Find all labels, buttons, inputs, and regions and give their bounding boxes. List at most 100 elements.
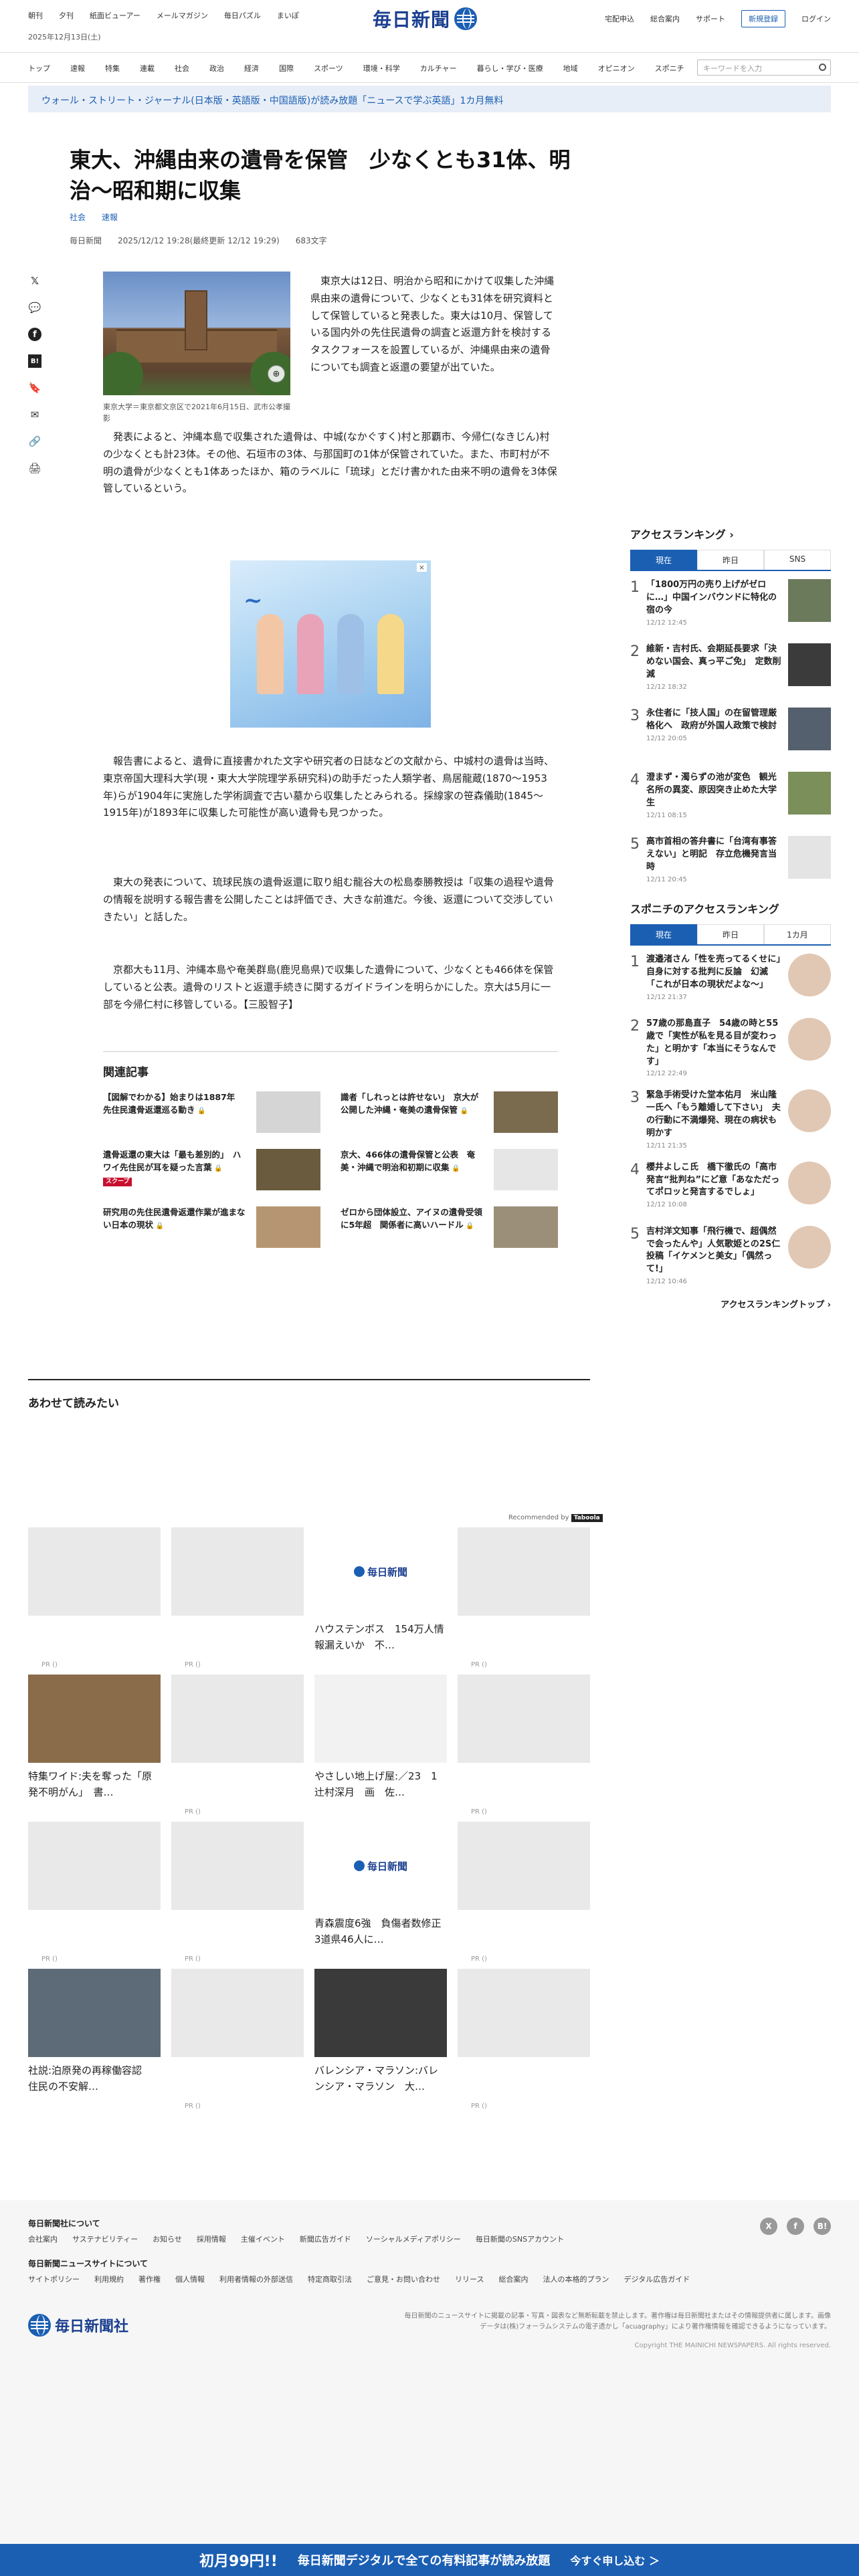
link-morning[interactable]: 朝刊 (28, 10, 43, 21)
comment-icon[interactable]: 💬 (28, 301, 41, 314)
tab-sns[interactable]: SNS (764, 550, 831, 570)
footer-link[interactable]: サステナビリティー (72, 2234, 138, 2244)
tag-breaking[interactable]: 速報 (102, 211, 118, 223)
recommend-image[interactable] (458, 1675, 590, 1763)
ranking-title[interactable]: 吉村洋文知事「飛行機で、超偶然で会ったんや」人気歌姫との2S仁投稿「イケメンと美… (646, 1226, 781, 1276)
related-thumbnail[interactable] (256, 1149, 320, 1190)
ad-close-icon[interactable]: × (416, 563, 427, 572)
hatena-bookmark-icon[interactable]: B! (28, 354, 41, 368)
recommend-card[interactable]: PR () (171, 1527, 304, 1675)
footer-link[interactable]: 法人の本格的プラン (543, 2274, 609, 2284)
register-button[interactable]: 新規登録 (741, 10, 785, 27)
link-delivery[interactable]: 宅配申込 (605, 13, 634, 24)
ranking-item[interactable]: 5 吉村洋文知事「飛行機で、超偶然で会ったんや」人気歌姫との2S仁投稿「イケメンと… (630, 1225, 831, 1285)
link-viewer[interactable]: 紙面ビューアー (90, 10, 140, 21)
nav-item[interactable]: オピニオン (598, 63, 635, 74)
recommend-card[interactable]: PR () (28, 1527, 161, 1675)
link-support[interactable]: サポート (696, 13, 725, 24)
ranking-thumbnail[interactable] (788, 1018, 831, 1061)
hatena-social-icon[interactable]: B! (814, 2218, 831, 2235)
related-thumbnail[interactable] (256, 1091, 320, 1133)
cta-button[interactable]: 今すぐ申し込む ＞ (570, 2552, 660, 2568)
related-thumbnail[interactable] (494, 1206, 558, 1248)
nav-item[interactable]: 連載 (140, 63, 155, 74)
ranking-title[interactable]: 高市首相の答弁書に「台湾有事答えない」と明記 存立危機発言当時 (646, 836, 781, 874)
ranking-thumbnail[interactable] (788, 579, 831, 622)
tab-now[interactable]: 現在 (630, 550, 697, 570)
bookmark-icon[interactable]: 🔖 (28, 381, 41, 395)
nav-item[interactable]: スポーツ (314, 63, 343, 74)
nav-item[interactable]: 暮らし・学び・医療 (477, 63, 543, 74)
ranking-item[interactable]: 4 澄まず・濁らずの池が変色 観光名所の異変、原因突き止めた大学生 12/11 08… (630, 772, 831, 824)
tag-society[interactable]: 社会 (70, 211, 86, 223)
tab-sp-month[interactable]: 1カ月 (764, 924, 831, 944)
related-item[interactable]: 【図解でわかる】始まりは1887年 先住民遺骨返還巡る動き 🔒 (103, 1091, 320, 1133)
related-thumbnail[interactable] (494, 1149, 558, 1190)
ranking-thumbnail[interactable] (788, 708, 831, 750)
ranking-item[interactable]: 1 渡邉渚さん「性を売ってるくせに」自身に対する批判に反論 幻滅「これが日本の現状… (630, 954, 831, 1006)
login-link[interactable]: ログイン (801, 13, 831, 24)
nav-item[interactable]: 政治 (209, 63, 224, 74)
footer-link[interactable]: デジタル広告ガイド (624, 2274, 690, 2284)
recommend-image[interactable] (171, 1675, 304, 1763)
footer-link[interactable]: 会社案内 (28, 2234, 58, 2244)
link-icon[interactable]: 🔗 (28, 435, 41, 448)
facebook-icon[interactable]: f (28, 328, 41, 341)
nav-item[interactable]: 特集 (105, 63, 120, 74)
footer-link[interactable]: 新聞広告ガイド (300, 2234, 351, 2244)
link-puzzle[interactable]: 毎日パズル (224, 10, 261, 21)
recommend-image[interactable] (458, 1969, 590, 2057)
recommend-image[interactable] (314, 1969, 447, 2057)
ranking-title[interactable]: 澄まず・濁らずの池が変色 観光名所の異変、原因突き止めた大学生 (646, 772, 781, 810)
recommend-image[interactable] (171, 1527, 304, 1616)
mail-icon[interactable]: ✉ (28, 408, 41, 421)
x-share-icon[interactable]: 𝕏 (28, 274, 41, 288)
recommend-card[interactable]: 毎日新聞 ハウステンボス 154万人情報漏えいか 不… (314, 1527, 447, 1675)
ranking-title[interactable]: 「1800万円の売り上げがゼロに…」中国インバウンドに特化の宿の今 (646, 579, 781, 617)
ranking-title[interactable]: 緊急手術受けた堂本佑月 米山隆一氏へ「もう離婚して下さい」 夫の行動に不満爆発、… (646, 1089, 781, 1140)
recommend-card[interactable]: PR () (458, 1822, 590, 1969)
ranking-title[interactable]: 57歳の那島直子 54歳の時と55歳で「実性が私を見る目が変わった」と明かす「本… (646, 1018, 781, 1068)
footer-link[interactable]: 著作権 (138, 2274, 161, 2284)
recommend-title[interactable]: バレンシア・マラソン:バレンシア・マラソン 大… (314, 2062, 447, 2095)
link-guide[interactable]: 総合案内 (650, 13, 680, 24)
nav-item[interactable]: 地域 (563, 63, 578, 74)
recommend-image[interactable] (458, 1527, 590, 1616)
recommend-card[interactable]: 毎日新聞 青森震度6強 負傷者数修正 3道県46人に… (314, 1822, 452, 1969)
recommend-title[interactable]: 特集ワイド:夫を奪った「原発不明がん」 書… (28, 1768, 161, 1800)
footer-link[interactable]: 利用規約 (94, 2274, 124, 2284)
footer-link[interactable]: リリース (455, 2274, 484, 2284)
tab-sp-yesterday[interactable]: 昨日 (697, 924, 764, 944)
footer-link[interactable]: お知らせ (153, 2234, 182, 2244)
related-item[interactable]: 識者「しれっとは許せない」 京大が公開した沖縄・奄美の遺骨保管 🔒 (341, 1091, 558, 1133)
zoom-icon[interactable]: ⊕ (268, 365, 285, 383)
nav-item[interactable]: 速報 (70, 63, 85, 74)
nav-item[interactable]: 環境・科学 (363, 63, 400, 74)
ranking-item[interactable]: 3 緊急手術受けた堂本佑月 米山隆一氏へ「もう離婚して下さい」 夫の行動に不満爆発… (630, 1089, 831, 1150)
ranking-title[interactable]: 永住者に「技人国」の在留管理厳格化へ 政府が外国人政策で検討 (646, 708, 781, 733)
footer-link[interactable]: 総合案内 (498, 2274, 528, 2284)
ranking-thumbnail[interactable] (788, 1089, 831, 1133)
nav-item[interactable]: カルチャー (420, 63, 457, 74)
recommend-image[interactable] (171, 1822, 304, 1910)
related-item[interactable]: ゼロから団体設立、アイヌの遺骨受領に5年超 関係者に高いハードル 🔒 (341, 1206, 558, 1248)
related-item[interactable]: 遺骨返還の東大は「最も差別的」 ハワイ先住民が耳を疑った言葉 🔒 スクープ (103, 1149, 320, 1190)
tab-sp-now[interactable]: 現在 (630, 924, 697, 944)
link-evening[interactable]: 夕刊 (59, 10, 74, 21)
recommend-image[interactable] (28, 1675, 161, 1763)
recommend-card[interactable]: PR () (171, 1675, 304, 1822)
recommend-title[interactable]: 青森震度6強 負傷者数修正 3道県46人に… (314, 1915, 452, 1947)
nav-item[interactable]: スポニチ (655, 63, 684, 74)
ranking-item[interactable]: 4 櫻井よしこ氏 橋下徹氏の「高市発言“批判ね”にど意「あなただってポロッと発言す… (630, 1161, 831, 1214)
ranking-title[interactable]: 渡邉渚さん「性を売ってるくせに」自身に対する批判に反論 幻滅「これが日本の現状だ… (646, 954, 781, 992)
link-mail[interactable]: メールマガジン (157, 10, 208, 21)
ranking-thumbnail[interactable] (788, 1161, 831, 1204)
ranking-item[interactable]: 2 57歳の那島直子 54歳の時と55歳で「実性が私を見る目が変わった」と明かす「… (630, 1018, 831, 1077)
nav-item[interactable]: 社会 (175, 63, 189, 74)
footer-link[interactable]: 主催イベント (241, 2234, 285, 2244)
search-input[interactable]: キーワードを入力 (697, 60, 831, 76)
recommend-card[interactable]: PR () (458, 1527, 590, 1675)
ranking-title[interactable]: 維新・吉村氏、会期延長要求「決めない国会、真っ平ご免」 定数削減 (646, 643, 781, 681)
ranking-item[interactable]: 3 永住者に「技人国」の在留管理厳格化へ 政府が外国人政策で検討 12/12 20:… (630, 708, 831, 760)
recommend-card[interactable]: PR () (171, 1969, 304, 2116)
